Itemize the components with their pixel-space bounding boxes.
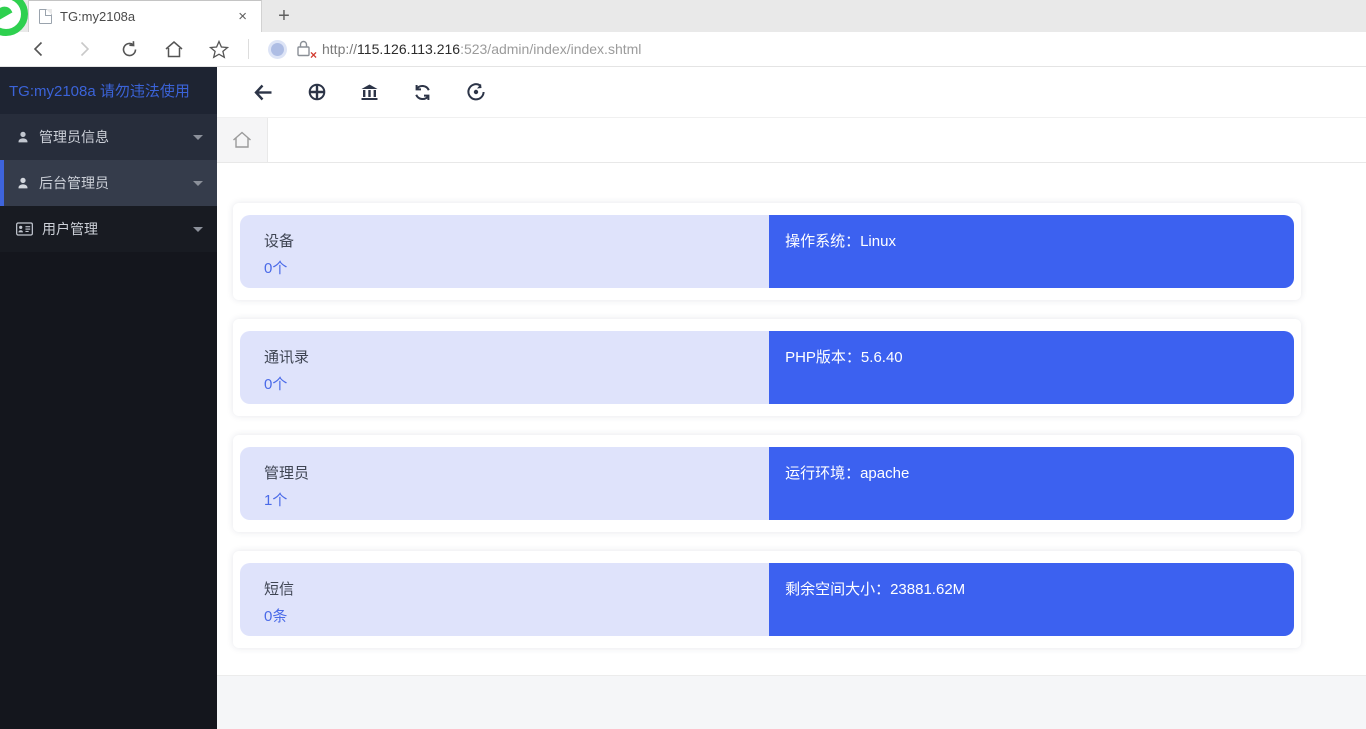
stat-label: 短信 (264, 578, 769, 599)
breadcrumb (217, 117, 1366, 163)
breadcrumb-home-tab[interactable] (217, 118, 268, 162)
chevron-down-icon (193, 135, 203, 140)
site-dot-icon[interactable] (271, 43, 284, 56)
back-icon[interactable] (28, 38, 50, 60)
stat-count[interactable]: 0个 (264, 373, 769, 394)
home-icon[interactable] (163, 38, 185, 60)
footer-strip (217, 675, 1366, 729)
page-file-icon (39, 9, 52, 24)
logout-circle-icon[interactable] (464, 81, 487, 104)
url-path: :523/admin/index/index.shtml (460, 41, 641, 57)
lock-x-mark: × (310, 48, 317, 62)
admin-toolbar (217, 67, 1366, 117)
forward-icon[interactable] (73, 38, 95, 60)
chevron-down-icon (193, 181, 203, 186)
new-tab-button[interactable]: + (270, 4, 298, 28)
stat-label: 通讯录 (264, 346, 769, 367)
sync-icon[interactable] (411, 81, 434, 104)
tab-close-icon[interactable]: × (234, 6, 251, 27)
main-panel: 设备 0个 操作系统：Linux 通讯录 0个 PHP版本：5.6.40 管理员… (217, 67, 1366, 729)
stat-card-admins: 管理员 1个 运行环境：apache (233, 435, 1301, 532)
sidebar-item-label: 后台管理员 (39, 173, 193, 193)
insecure-lock-icon[interactable]: × (296, 40, 312, 58)
back-arrow-icon[interactable] (252, 81, 275, 104)
sidebar-item-admin-info[interactable]: 管理员信息 (0, 114, 217, 160)
browser-tab-bar: TG:my2108a × + (0, 0, 1366, 32)
stat-left-panel: 设备 0个 (240, 215, 769, 288)
sidebar-header: TG:my2108a 请勿违法使用 (0, 67, 217, 114)
dashboard-content: 设备 0个 操作系统：Linux 通讯录 0个 PHP版本：5.6.40 管理员… (217, 163, 1366, 675)
stat-count[interactable]: 1个 (264, 489, 769, 510)
stat-label: 设备 (264, 230, 769, 251)
sidebar: TG:my2108a 请勿违法使用 管理员信息 后台管理员 用户管理 (0, 67, 217, 729)
stat-info-panel: 操作系统：Linux (769, 215, 1294, 288)
refresh-icon[interactable] (118, 38, 140, 60)
star-icon[interactable] (208, 38, 230, 60)
stat-info-panel: 剩余空间大小：23881.62M (769, 563, 1294, 636)
address-bar-separator (248, 39, 249, 59)
id-card-icon (16, 222, 33, 236)
url-scheme: http:// (322, 41, 357, 57)
sidebar-item-label: 管理员信息 (39, 127, 193, 147)
home-icon (231, 130, 253, 150)
sidebar-item-label: 用户管理 (42, 219, 193, 239)
sidebar-item-backend-admin[interactable]: 后台管理员 (0, 160, 217, 206)
tab-title: TG:my2108a (60, 9, 234, 24)
stat-card-devices: 设备 0个 操作系统：Linux (233, 203, 1301, 300)
url-host: 115.126.113.216 (357, 41, 460, 57)
user-icon (16, 176, 30, 190)
stat-card-sms: 短信 0条 剩余空间大小：23881.62M (233, 551, 1301, 648)
stat-count[interactable]: 0个 (264, 257, 769, 278)
stat-left-panel: 管理员 1个 (240, 447, 769, 520)
browser-nav-bar: × http://115.126.113.216:523/admin/index… (0, 32, 1366, 67)
stat-info-panel: 运行环境：apache (769, 447, 1294, 520)
stat-card-contacts: 通讯录 0个 PHP版本：5.6.40 (233, 319, 1301, 416)
browser-tab[interactable]: TG:my2108a × (28, 0, 262, 32)
sidebar-item-user-management[interactable]: 用户管理 (0, 206, 217, 252)
address-bar[interactable]: http://115.126.113.216:523/admin/index/i… (322, 41, 641, 57)
stat-info-panel: PHP版本：5.6.40 (769, 331, 1294, 404)
crosshair-circle-icon[interactable] (305, 81, 328, 104)
stat-count[interactable]: 0条 (264, 605, 769, 626)
chevron-down-icon (193, 227, 203, 232)
user-icon (16, 130, 30, 144)
bank-icon[interactable] (358, 81, 381, 104)
stat-left-panel: 通讯录 0个 (240, 331, 769, 404)
stat-label: 管理员 (264, 462, 769, 483)
green-app-badge-icon (0, 0, 28, 36)
stat-left-panel: 短信 0条 (240, 563, 769, 636)
